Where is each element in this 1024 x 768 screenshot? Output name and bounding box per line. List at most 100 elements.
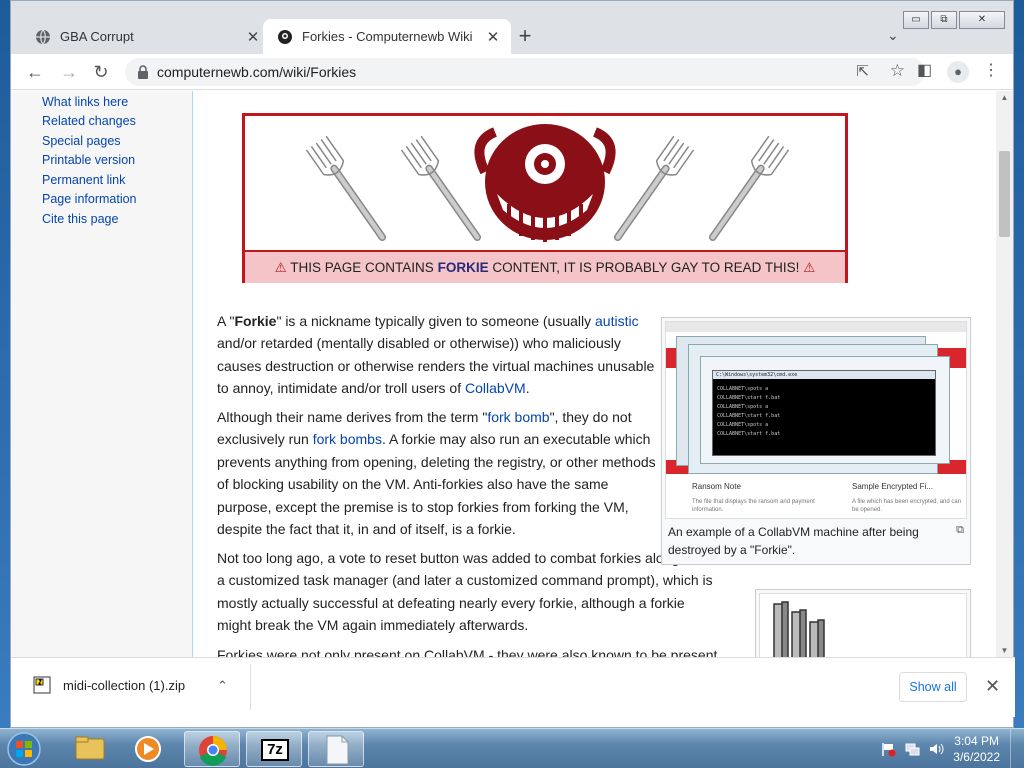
taskbar-clock[interactable]: 3:04 PM 3/6/2022 <box>953 733 1000 765</box>
cmd-line: COLLABNET\start f.bat <box>717 395 781 401</box>
browser-window: GBA Corrupt ✕ Forkies - Computernewb Wik… <box>10 0 1015 728</box>
warning-text-start: THIS PAGE CONTAINS <box>290 260 438 275</box>
thumbnail-collabvm-screenshot[interactable]: C:\Windows\system32\cmd.exe COLLABNET\sp… <box>661 317 971 565</box>
computernewb-favicon-icon <box>278 29 292 44</box>
window-controls: ▭ ⧉ ✕ <box>903 11 1005 29</box>
back-button[interactable]: ← <box>23 60 47 84</box>
minimize-button[interactable]: ▭ <box>903 11 929 29</box>
show-all-downloads-button[interactable]: Show all <box>899 672 967 702</box>
text-run: and/or retarded (mentally disabled or ot… <box>217 335 655 397</box>
tab-title: GBA Corrupt <box>60 29 134 44</box>
scroll-thumb[interactable] <box>999 151 1010 237</box>
link-fork-bombs[interactable]: fork bombs <box>313 431 382 447</box>
taskbar: 7z 3:04 PM 3/6/2022 <box>0 728 1024 768</box>
lock-icon <box>138 65 148 79</box>
bar-graphic-image <box>773 601 825 657</box>
article-paragraph-3: Not too long ago, a vote to reset button… <box>217 550 713 634</box>
thumbnail-caption: An example of a CollabVM machine after b… <box>668 525 919 557</box>
sidebar-link-special-pages[interactable]: Special pages <box>42 134 121 148</box>
magnify-icon[interactable]: ⧉ <box>956 524 964 537</box>
thumbnail-second[interactable] <box>755 589 971 657</box>
volume-icon[interactable] <box>928 741 944 757</box>
link-fork-bomb[interactable]: fork bomb <box>487 409 549 425</box>
address-bar[interactable]: computernewb.com/wiki/Forkies ⇱ ☆ <box>125 58 925 86</box>
inner-label-encrypted: Sample Encrypted Fi... <box>852 482 933 491</box>
sidebar-link-what-links-here[interactable]: What links here <box>42 95 128 109</box>
forkie-banner-art <box>305 124 790 242</box>
warning-icon: ⚠ <box>274 260 287 275</box>
sidebar-link-related-changes[interactable]: Related changes <box>42 114 136 128</box>
link-autistic[interactable]: autistic <box>595 313 639 329</box>
warning-icon: ⚠ <box>803 260 816 275</box>
taskbar-document-button[interactable] <box>308 731 364 767</box>
wiki-sidebar-tools: What links here Related changes Special … <box>11 91 192 657</box>
new-tab-button[interactable]: + <box>513 25 537 49</box>
inner-desc-ransom-note: The file that displays the ransom and pa… <box>692 499 815 513</box>
warning-text-bold: FORKIE <box>437 260 489 275</box>
scroll-up-arrow-icon[interactable]: ▲ <box>996 93 1013 102</box>
forward-button[interactable]: → <box>57 60 81 84</box>
reload-button[interactable]: ↻ <box>89 60 113 84</box>
scroll-down-arrow-icon[interactable]: ▼ <box>996 646 1013 655</box>
show-desktop-button[interactable] <box>1010 729 1024 768</box>
collabvm-screenshot-image[interactable]: C:\Windows\system32\cmd.exe COLLABNET\sp… <box>665 321 967 519</box>
article-paragraph-1: A "Forkie" is a nickname typically given… <box>217 310 657 400</box>
cmd-title: C:\Windows\system32\cmd.exe <box>713 371 935 379</box>
tab-forkies[interactable]: Forkies - Computernewb Wiki ✕ <box>263 19 511 54</box>
thumbnail-second-image[interactable] <box>759 593 967 657</box>
network-icon[interactable] <box>904 741 920 757</box>
taskbar-explorer-button[interactable] <box>62 731 118 767</box>
tab-close-icon[interactable]: ✕ <box>485 28 501 46</box>
chrome-icon <box>199 736 227 766</box>
clock-time: 3:04 PM <box>954 734 999 748</box>
cmd-line: COLLABNET\spots a <box>717 404 769 410</box>
menu-kebab-icon[interactable]: ⋮ <box>983 60 999 80</box>
action-center-flag-icon[interactable] <box>880 741 896 757</box>
tab-title: Forkies - Computernewb Wiki <box>302 29 473 44</box>
profile-avatar-icon[interactable]: ● <box>947 61 969 83</box>
restore-button[interactable]: ⧉ <box>931 11 957 29</box>
link-collabvm[interactable]: CollabVM <box>465 380 526 396</box>
close-window-button[interactable]: ✕ <box>959 11 1005 29</box>
desktop-edge-left <box>0 0 10 728</box>
tab-search-chevron-icon[interactable]: ⌄ <box>887 27 899 44</box>
cmd-output: COLLABNET\spots a COLLABNET\start f.bat … <box>713 379 935 439</box>
side-panel-icon[interactable]: ◧ <box>917 60 932 80</box>
download-filename: midi-collection (1).zip <box>63 677 186 693</box>
share-icon[interactable]: ⇱ <box>856 62 869 80</box>
tab-gba-corrupt[interactable]: GBA Corrupt ✕ <box>21 19 271 54</box>
forkie-warning-banner: ⚠ THIS PAGE CONTAINS FORKIE CONTENT, IT … <box>242 113 848 283</box>
sidebar-link-cite-this-page[interactable]: Cite this page <box>42 212 118 226</box>
media-player-icon <box>135 736 161 762</box>
start-button[interactable] <box>4 731 44 767</box>
browser-toolbar: ← → ↻ computernewb.com/wiki/Forkies ⇱ ☆ … <box>11 54 1013 90</box>
sidebar-link-permanent-link[interactable]: Permanent link <box>42 173 125 187</box>
zip-file-icon <box>33 676 51 694</box>
cmd-window: C:\Windows\system32\cmd.exe COLLABNET\sp… <box>712 370 936 456</box>
taskbar-chrome-button[interactable] <box>184 731 240 767</box>
inner-label-ransom-note: Ransom Note <box>692 482 741 491</box>
7zip-icon: 7z <box>261 739 289 761</box>
document-icon <box>326 735 349 765</box>
cmd-line: COLLABNET\spots a <box>717 422 769 428</box>
article-content: ⚠ THIS PAGE CONTAINS FORKIE CONTENT, IT … <box>192 91 997 657</box>
globe-icon <box>36 29 50 44</box>
text-run: Although their name derives from the ter… <box>217 409 488 425</box>
bookmark-star-icon[interactable]: ☆ <box>890 61 905 81</box>
url-text[interactable]: computernewb.com/wiki/Forkies <box>157 64 356 80</box>
cmd-line: COLLABNET\spots a <box>717 386 769 392</box>
tab-close-icon[interactable]: ✕ <box>245 28 261 46</box>
download-item[interactable]: midi-collection (1).zip <box>33 676 185 694</box>
sidebar-link-printable-version[interactable]: Printable version <box>42 153 135 167</box>
taskbar-media-player-button[interactable] <box>120 731 176 767</box>
close-download-shelf-icon[interactable]: ✕ <box>985 676 1000 697</box>
tab-strip: GBA Corrupt ✕ Forkies - Computernewb Wik… <box>11 1 1013 54</box>
system-tray <box>880 741 944 757</box>
taskbar-7zip-button[interactable]: 7z <box>246 731 302 767</box>
text-run: . <box>525 380 530 397</box>
download-options-chevron-icon[interactable]: ⌃ <box>217 678 228 694</box>
sidebar-link-page-information[interactable]: Page information <box>42 192 137 206</box>
page-scrollbar[interactable]: ▲ ▼ <box>996 91 1013 657</box>
article-paragraph-4: Forkies were not only present on CollabV… <box>217 647 718 657</box>
desktop-edge-right <box>1014 0 1024 728</box>
